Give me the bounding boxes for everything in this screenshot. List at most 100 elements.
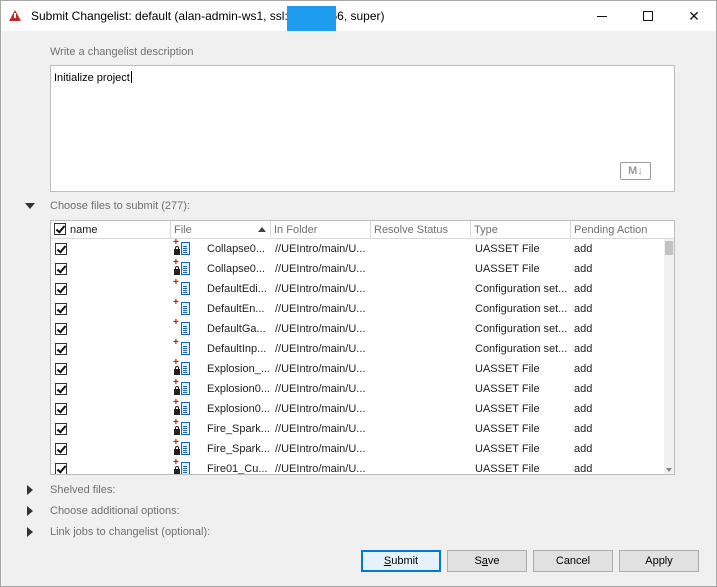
save-button[interactable]: Sa ve xyxy=(447,550,527,572)
row-checkbox[interactable] xyxy=(55,383,67,395)
cell-type: UASSET File xyxy=(475,443,540,455)
row-checkbox[interactable] xyxy=(55,443,67,455)
lock-icon xyxy=(174,426,180,435)
markdown-icon[interactable]: M↓ xyxy=(620,162,651,180)
row-checkbox[interactable] xyxy=(55,363,67,375)
select-all-checkbox[interactable] xyxy=(54,223,66,235)
link-jobs-label: Link jobs to changelist (optional): xyxy=(50,526,211,538)
cell-file: Explosion0... xyxy=(207,403,269,415)
cell-pending-action: add xyxy=(574,423,593,435)
cell-type: UASSET File xyxy=(475,363,540,375)
file-add-icon: + xyxy=(173,338,191,357)
cell-type: UASSET File xyxy=(475,243,540,255)
column-header-file[interactable]: File xyxy=(171,221,271,239)
row-checkbox[interactable] xyxy=(55,323,67,335)
column-header-type[interactable]: Type xyxy=(471,221,571,239)
cell-resolve-status xyxy=(373,359,469,379)
minimize-button[interactable] xyxy=(579,1,625,31)
files-section-label: Choose files to submit (277): xyxy=(50,200,191,212)
table-row[interactable]: + DefaultGa... //UEIntro/main/U... Configur… xyxy=(51,317,664,339)
cell-resolve-status xyxy=(373,459,469,474)
row-checkbox[interactable] xyxy=(55,263,67,275)
link-jobs-toggle[interactable]: Link jobs to changelist (optional): xyxy=(1,525,301,541)
row-checkbox[interactable] xyxy=(55,463,67,474)
cell-file: DefaultEdi... xyxy=(207,283,267,295)
cell-type: Configuration set... xyxy=(475,343,568,355)
column-header-resolve[interactable]: Resolve Status xyxy=(371,221,471,239)
lock-icon xyxy=(174,466,180,474)
cell-folder: //UEIntro/main/U... xyxy=(275,403,366,415)
expand-right-icon xyxy=(27,506,33,516)
table-row[interactable]: + Fire01_Cu... //UEIntro/main/U... UASSET F… xyxy=(51,458,664,475)
redacted-hostname xyxy=(287,6,336,31)
add-plus-icon: + xyxy=(173,297,179,308)
submit-button[interactable]: Submit xyxy=(361,550,441,572)
cell-type: Configuration set... xyxy=(475,303,568,315)
row-checkbox[interactable] xyxy=(55,423,67,435)
cell-folder: //UEIntro/main/U... xyxy=(275,243,366,255)
row-checkbox[interactable] xyxy=(55,403,67,415)
file-add-locked-icon: + xyxy=(173,438,191,457)
cell-folder: //UEIntro/main/U... xyxy=(275,423,366,435)
row-checkbox[interactable] xyxy=(55,343,67,355)
table-row[interactable]: + Fire_Spark... //UEIntro/main/U... UASSET … xyxy=(51,418,664,439)
cell-type: UASSET File xyxy=(475,263,540,275)
column-header-action[interactable]: Pending Action xyxy=(571,221,664,239)
additional-options-toggle[interactable]: Choose additional options: xyxy=(1,504,301,520)
scrollbar-thumb[interactable] xyxy=(665,241,673,255)
row-checkbox[interactable] xyxy=(55,303,67,315)
document-icon xyxy=(181,282,190,295)
cell-pending-action: add xyxy=(574,263,593,275)
lock-icon xyxy=(174,386,180,395)
warning-triangle-icon xyxy=(9,10,21,21)
description-textarea[interactable]: Initialize project M↓ xyxy=(50,65,675,192)
column-header-name[interactable]: name xyxy=(67,221,171,239)
title-bar[interactable]: Submit Changelist: default (alan-admin-w… xyxy=(1,1,716,31)
cell-type: UASSET File xyxy=(475,423,540,435)
table-row[interactable]: + DefaultEn... //UEIntro/main/U... Configur… xyxy=(51,297,664,319)
close-button[interactable]: ✕ xyxy=(671,1,717,31)
files-section-toggle[interactable]: Choose files to submit (277): xyxy=(1,199,301,215)
cell-file: Collapse0... xyxy=(207,243,266,255)
document-icon xyxy=(181,342,190,355)
row-checkbox[interactable] xyxy=(55,243,67,255)
cell-file: DefaultInp... xyxy=(207,343,267,355)
cell-folder: //UEIntro/main/U... xyxy=(275,283,366,295)
cell-resolve-status xyxy=(373,239,469,259)
table-row[interactable]: + Fire_Spark... //UEIntro/main/U... UASSET … xyxy=(51,438,664,459)
file-add-locked-icon: + xyxy=(173,418,191,437)
cell-file: Fire01_Cu... xyxy=(207,463,268,475)
description-label: Write a changelist description xyxy=(50,46,194,58)
document-icon xyxy=(181,382,190,395)
lock-icon xyxy=(174,266,180,275)
vertical-scrollbar[interactable] xyxy=(664,239,674,474)
table-row[interactable]: + Collapse0... //UEIntro/main/U... UASSET F… xyxy=(51,238,664,259)
cell-pending-action: add xyxy=(574,403,593,415)
cell-type: UASSET File xyxy=(475,383,540,395)
shelved-files-label: Shelved files: xyxy=(50,484,116,496)
table-row[interactable]: + Explosion_... //UEIntro/main/U... UASSET … xyxy=(51,358,664,379)
maximize-button[interactable] xyxy=(625,1,671,31)
cancel-button[interactable]: Cancel xyxy=(533,550,613,572)
column-header-folder[interactable]: In Folder xyxy=(271,221,371,239)
cell-folder: //UEIntro/main/U... xyxy=(275,463,366,475)
table-row[interactable]: + DefaultInp... //UEIntro/main/U... Configu… xyxy=(51,338,664,359)
table-row[interactable]: + DefaultEdi... //UEIntro/main/U... Configu… xyxy=(51,278,664,299)
document-icon xyxy=(181,242,190,255)
sort-ascending-icon xyxy=(258,227,266,232)
apply-button[interactable]: Apply xyxy=(619,550,699,572)
cell-type: Configuration set... xyxy=(475,283,568,295)
cell-folder: //UEIntro/main/U... xyxy=(275,263,366,275)
table-row[interactable]: + Collapse0... //UEIntro/main/U... UASSET F… xyxy=(51,258,664,279)
file-add-locked-icon: + xyxy=(173,258,191,277)
cell-type: UASSET File xyxy=(475,403,540,415)
table-row[interactable]: + Explosion0... //UEIntro/main/U... UASSET … xyxy=(51,378,664,399)
cell-folder: //UEIntro/main/U... xyxy=(275,343,366,355)
document-icon xyxy=(181,322,190,335)
add-plus-icon: + xyxy=(173,317,179,328)
table-row[interactable]: + Explosion0... //UEIntro/main/U... UASSET … xyxy=(51,398,664,419)
row-checkbox[interactable] xyxy=(55,283,67,295)
shelved-files-toggle[interactable]: Shelved files: xyxy=(1,483,301,499)
cell-file: Fire_Spark... xyxy=(207,443,269,455)
scroll-down-arrow-icon[interactable] xyxy=(666,468,672,472)
